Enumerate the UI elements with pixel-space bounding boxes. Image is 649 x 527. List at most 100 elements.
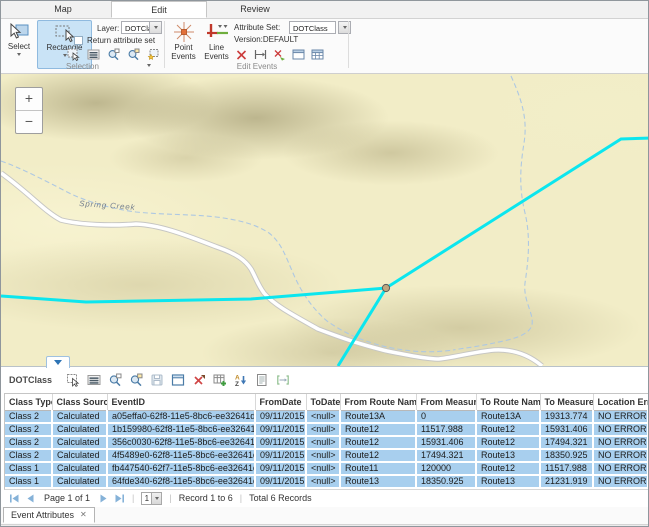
page-select-arrow-icon[interactable] [151,493,161,504]
table-cell[interactable]: 0 [416,411,476,424]
column-header[interactable]: ToDate [306,394,340,411]
table-cell[interactable]: Class 1 [5,462,52,475]
table-cell[interactable]: Route12 [340,423,416,436]
zoom-in-button[interactable]: + [16,88,42,111]
select-dropdown-icon[interactable] [17,53,21,56]
column-header[interactable]: FromDate [255,394,306,411]
table-cell[interactable]: 17494.321 [416,449,476,462]
table-cell[interactable]: Class 2 [5,449,52,462]
selection-list-icon[interactable] [87,48,100,61]
table-cell[interactable]: 17494.321 [540,436,593,449]
column-header[interactable]: Location Error [593,394,648,411]
table-cell[interactable]: Class 2 [5,436,52,449]
table-cell[interactable]: Route12 [340,436,416,449]
table-cell[interactable]: 09/11/2015 [255,423,306,436]
table-cell[interactable]: Calculated [52,423,107,436]
column-header[interactable]: Class Source [52,394,107,411]
attribute-set-dropdown[interactable]: DOTClass [289,21,336,34]
tab-edit[interactable]: Edit [111,1,207,18]
zoom-to-selected-icon[interactable] [108,373,122,387]
table-cell[interactable]: Route13 [476,449,540,462]
table-cell[interactable]: Calculated [52,436,107,449]
table-cell[interactable]: 09/11/2015 [255,462,306,475]
table-cell[interactable]: Route13A [476,411,540,424]
selectable-layers-icon[interactable] [147,48,160,61]
table-cell[interactable]: 09/11/2015 [255,411,306,424]
report-icon[interactable] [255,373,269,387]
table-cell[interactable]: NO ERROR [593,475,648,488]
table-row[interactable]: Class 2 Calculated a05effa0-62f8-11e5-8b… [5,411,648,424]
table-cell[interactable]: NO ERROR [593,436,648,449]
page-select-dropdown[interactable]: 1 [141,492,162,505]
table-cell[interactable]: NO ERROR [593,423,648,436]
table-cell[interactable]: Route11 [340,462,416,475]
table-cell[interactable]: Class 1 [5,475,52,488]
table-cell[interactable]: Class 2 [5,411,52,424]
delete-record-icon[interactable] [192,373,206,387]
table-cell[interactable]: 18350.925 [416,475,476,488]
previous-page-button[interactable] [25,493,36,504]
route-line-west[interactable] [1,288,386,302]
tab-map[interactable]: Map [15,1,111,17]
table-cell[interactable]: Route13 [340,475,416,488]
table-cell[interactable]: <null> [306,423,340,436]
table-row[interactable]: Class 1 Calculated fb447540-62f7-11e5-8b… [5,462,648,475]
table-cell[interactable]: 4f5489e0-62f8-11e5-8bc6-ee32641d5ec9 [107,449,255,462]
column-header[interactable]: EventID [107,394,255,411]
split-event-icon[interactable] [273,48,286,61]
table-cell[interactable]: 15931.406 [540,423,593,436]
table-cell[interactable]: <null> [306,449,340,462]
select-records-icon[interactable] [66,373,80,387]
delete-event-icon[interactable] [235,48,248,61]
table-cell[interactable]: 15931.406 [416,436,476,449]
tab-review[interactable]: Review [207,1,303,17]
table-cell[interactable]: 64fde340-62f8-11e5-8bc6-ee32641d5ec9 [107,475,255,488]
zoom-to-selection-icon[interactable] [107,48,120,61]
table-cell[interactable]: 11517.988 [540,462,593,475]
column-header[interactable]: To Measure [540,394,593,411]
attribute-set-dropdown-arrow[interactable] [338,21,351,34]
table-cell[interactable]: 19313.774 [540,411,593,424]
table-cell[interactable]: <null> [306,411,340,424]
table-cell[interactable]: NO ERROR [593,411,648,424]
table-cell[interactable]: Calculated [52,411,107,424]
table-cell[interactable]: Route12 [340,449,416,462]
table-cell[interactable]: 21231.919 [540,475,593,488]
table-cell[interactable]: 1b159980-62f8-11e5-8bc6-ee32641d5ec9 [107,423,255,436]
panel-collapse-button[interactable] [46,356,70,368]
table-cell[interactable]: Route12 [476,436,540,449]
layer-dropdown-arrow-icon[interactable] [149,22,161,33]
table-cell[interactable]: <null> [306,475,340,488]
table-cell[interactable]: fb447540-62f7-11e5-8bc6-ee32641d5ec9 [107,462,255,475]
table-cell[interactable]: <null> [306,436,340,449]
close-tab-icon[interactable]: ✕ [80,511,87,519]
table-cell[interactable]: 09/11/2015 [255,475,306,488]
column-header[interactable]: From Measure [416,394,476,411]
column-header[interactable]: To Route Name [476,394,540,411]
return-attribute-set-checkbox[interactable] [74,36,83,45]
sort-icon[interactable]: AZ [234,373,248,387]
route-junction-vertex[interactable] [382,284,389,291]
switch-table-icon[interactable] [171,373,185,387]
rectangle-dropdown-icon[interactable] [63,54,67,57]
table-cell[interactable]: a05effa0-62f8-11e5-8bc6-ee32641d5ec9 [107,411,255,424]
table-row[interactable]: Class 2 Calculated 4f5489e0-62f8-11e5-8b… [5,449,648,462]
table-cell[interactable]: Route13A [340,411,416,424]
table-cell[interactable]: Route12 [476,462,540,475]
table-cell[interactable]: NO ERROR [593,462,648,475]
next-page-button[interactable] [98,493,109,504]
table-cell[interactable]: 09/11/2015 [255,436,306,449]
table-row[interactable]: Class 2 Calculated 1b159980-62f8-11e5-8b… [5,423,648,436]
column-header[interactable]: Class Type [5,394,52,411]
last-page-button[interactable] [114,493,125,504]
table-cell[interactable]: NO ERROR [593,449,648,462]
table-row[interactable]: Class 1 Calculated 64fde340-62f8-11e5-8b… [5,475,648,488]
route-line-south[interactable] [338,288,386,366]
append-record-icon[interactable] [213,373,227,387]
tab-event-attributes[interactable]: Event Attributes ✕ [3,507,95,523]
pan-to-selected-icon[interactable] [129,373,143,387]
table-cell[interactable]: 356c0030-62f8-11e5-8bc6-ee32641d5ec9 [107,436,255,449]
table-cell[interactable]: 11517.988 [416,423,476,436]
table-cell[interactable]: Calculated [52,462,107,475]
table-cell[interactable]: Class 2 [5,423,52,436]
